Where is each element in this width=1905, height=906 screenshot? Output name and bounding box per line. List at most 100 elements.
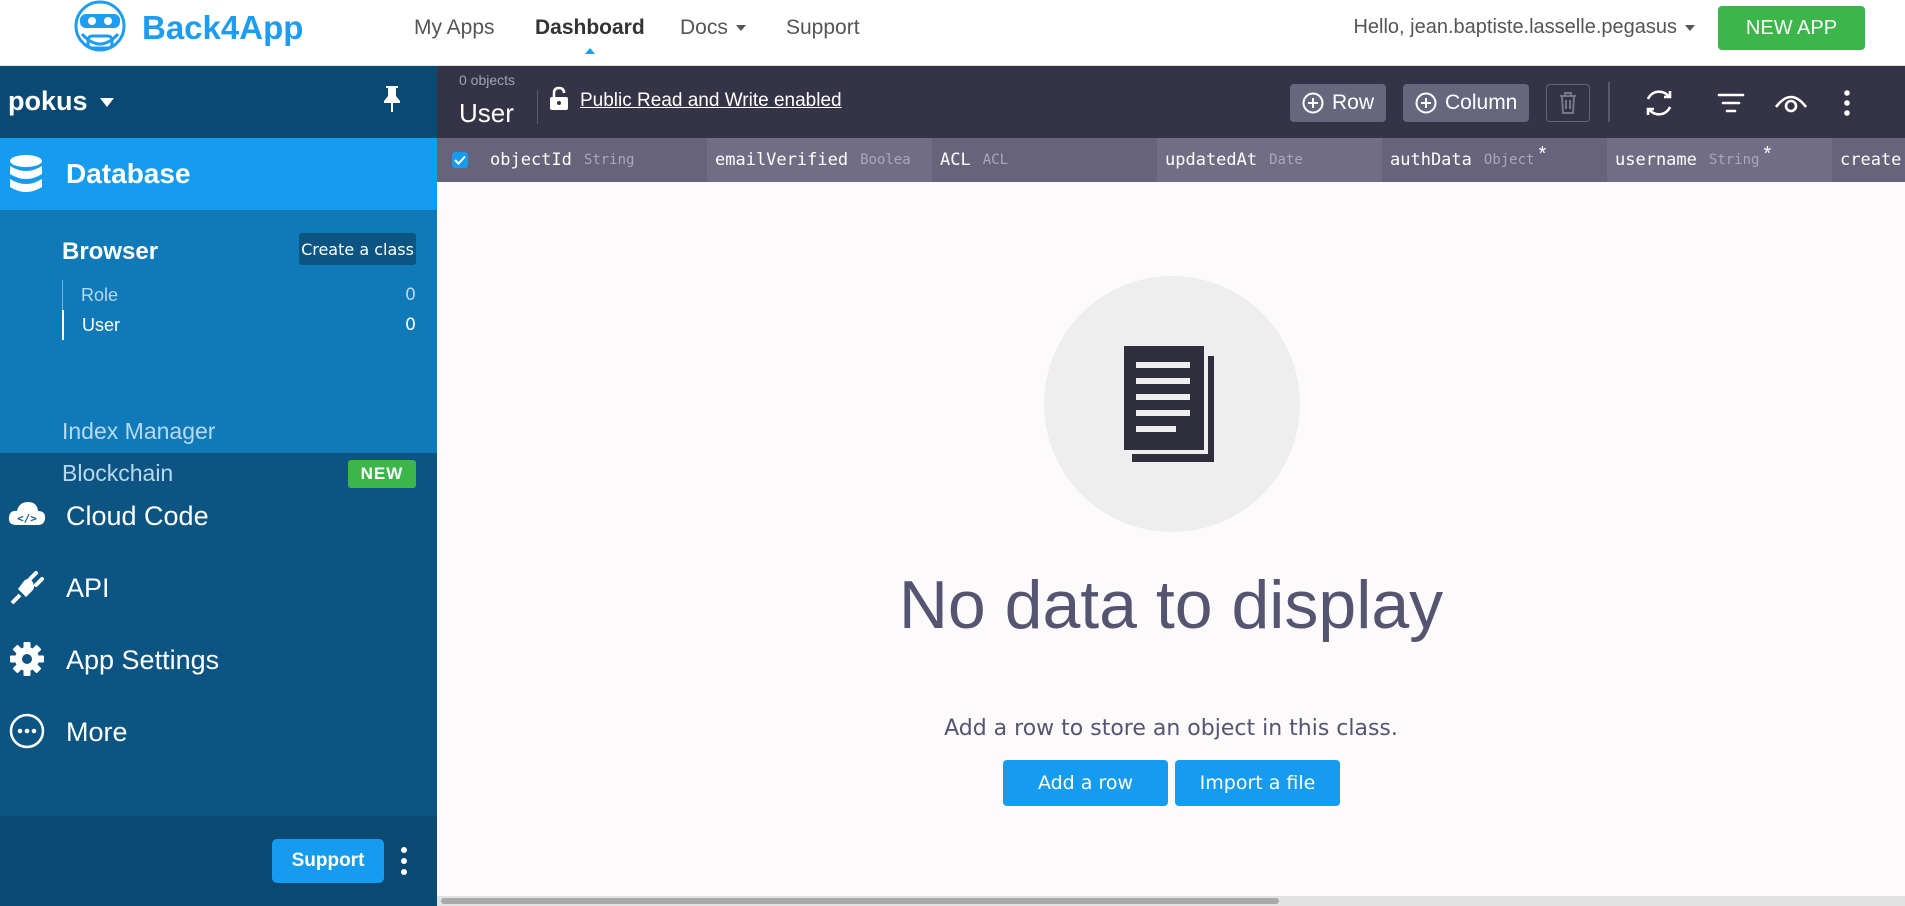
select-all-checkbox[interactable] bbox=[451, 152, 468, 168]
refresh-button[interactable] bbox=[1641, 84, 1677, 122]
main-panel: 0 objects User Public Read and Write ena… bbox=[437, 66, 1905, 906]
chevron-down-icon bbox=[735, 25, 746, 32]
nav-support[interactable]: Support bbox=[786, 16, 860, 40]
sidebar-footer: Support bbox=[0, 816, 437, 906]
column-header-row: objectId String emailVerified Boolea ACL… bbox=[437, 138, 1905, 182]
database-submenu: Browser Create a class Role 0 User 0 Ind… bbox=[0, 210, 437, 488]
column-name: ACL bbox=[940, 150, 971, 170]
svg-text:</>: </> bbox=[17, 512, 37, 525]
kebab-menu-icon[interactable] bbox=[400, 846, 408, 876]
required-marker: * bbox=[1538, 142, 1547, 165]
sidebar-item-app-settings[interactable]: App Settings bbox=[0, 624, 437, 694]
brand-name: Back4App bbox=[142, 9, 304, 46]
nav-my-apps[interactable]: My Apps bbox=[414, 16, 495, 40]
delete-button[interactable] bbox=[1546, 84, 1590, 122]
sidebar-item-cloud-code[interactable]: </> Cloud Code bbox=[0, 480, 437, 550]
class-count: 0 bbox=[405, 285, 416, 305]
column-type: String bbox=[583, 152, 635, 168]
sidebar-item-index-manager[interactable]: Index Manager bbox=[62, 418, 215, 445]
more-options-button[interactable] bbox=[1829, 84, 1865, 122]
plus-circle-icon bbox=[1415, 92, 1437, 114]
column-type: Object bbox=[1483, 152, 1535, 168]
documents-icon bbox=[1124, 346, 1214, 462]
user-menu[interactable]: Hello, jean.baptiste.lasselle.pegasus bbox=[1353, 16, 1695, 39]
new-app-button[interactable]: NEW APP bbox=[1718, 6, 1865, 50]
select-all-cell[interactable] bbox=[437, 138, 482, 182]
toolbar-divider bbox=[1608, 82, 1610, 122]
gear-icon bbox=[10, 642, 44, 676]
column-name: username bbox=[1615, 150, 1697, 170]
nav-docs-label: Docs bbox=[680, 16, 728, 39]
column-name: create bbox=[1840, 150, 1902, 170]
plug-icon bbox=[10, 571, 44, 605]
sidebar-item-browser[interactable]: Browser bbox=[62, 238, 158, 266]
create-class-button[interactable]: Create a class bbox=[299, 233, 416, 265]
column-type: Date bbox=[1269, 152, 1303, 168]
horizontal-scrollbar[interactable] bbox=[437, 896, 1905, 906]
chevron-down-icon bbox=[1685, 24, 1695, 31]
filter-icon bbox=[1717, 93, 1745, 113]
column-type: String bbox=[1708, 152, 1760, 168]
column-name: updatedAt bbox=[1165, 150, 1258, 170]
column-type: ACL bbox=[982, 152, 1009, 168]
column-header[interactable]: authData Object * bbox=[1382, 138, 1607, 182]
column-header[interactable]: ACL ACL bbox=[932, 138, 1157, 182]
column-name: objectId bbox=[490, 150, 572, 170]
column-name: emailVerified bbox=[715, 150, 849, 170]
class-count: 0 bbox=[405, 315, 416, 335]
column-name: authData bbox=[1390, 150, 1472, 170]
column-header[interactable]: updatedAt Date bbox=[1157, 138, 1382, 182]
database-label: Database bbox=[66, 158, 191, 189]
plus-circle-icon bbox=[1302, 92, 1324, 114]
nav-docs[interactable]: Docs bbox=[680, 16, 746, 40]
back4app-logo-icon bbox=[74, 0, 126, 52]
scrollbar-thumb[interactable] bbox=[441, 898, 1279, 904]
column-header[interactable]: emailVerified Boolea bbox=[707, 138, 932, 182]
class-item-user[interactable]: User 0 bbox=[62, 310, 416, 340]
kebab-menu-icon bbox=[1844, 90, 1850, 116]
brand-logo[interactable]: Back4App bbox=[68, 0, 303, 56]
api-label: API bbox=[66, 573, 110, 603]
user-greeting: Hello, jean.baptiste.lasselle.pegasus bbox=[1353, 16, 1677, 38]
sidebar-item-database[interactable]: Database bbox=[0, 138, 437, 210]
class-name: Role bbox=[81, 284, 119, 305]
import-file-button[interactable]: Import a file bbox=[1175, 760, 1340, 806]
add-row-label: Row bbox=[1332, 91, 1375, 114]
unlock-icon bbox=[550, 86, 568, 110]
column-header[interactable]: username String * bbox=[1607, 138, 1832, 182]
filter-button[interactable] bbox=[1713, 84, 1749, 122]
cloud-code-label: Cloud Code bbox=[66, 501, 209, 531]
class-name: User bbox=[82, 314, 121, 335]
app-settings-label: App Settings bbox=[66, 645, 220, 675]
refresh-icon bbox=[1646, 90, 1672, 116]
column-type: Boolea bbox=[860, 152, 911, 168]
column-header[interactable]: create bbox=[1832, 138, 1905, 182]
security-link[interactable]: Public Read and Write enabled bbox=[580, 90, 842, 112]
sidebar-item-api[interactable]: API bbox=[0, 552, 437, 622]
sidebar: pokus Database Browser Create a class Ro… bbox=[0, 66, 437, 906]
browser-toolbar: 0 objects User Public Read and Write ena… bbox=[437, 66, 1905, 138]
pin-icon[interactable] bbox=[380, 84, 404, 114]
cloud-code-icon: </> bbox=[8, 502, 46, 525]
trash-icon bbox=[1560, 92, 1576, 114]
add-column-button[interactable]: Column bbox=[1403, 84, 1530, 122]
add-row-empty-button[interactable]: Add a row bbox=[1003, 760, 1168, 806]
top-navbar: Back4App My Apps Dashboard Docs Support … bbox=[0, 0, 1905, 66]
sidebar-item-more[interactable]: More bbox=[0, 696, 437, 766]
empty-state-illustration bbox=[1044, 276, 1300, 532]
checkmark-icon bbox=[453, 155, 466, 165]
empty-state-title: No data to display bbox=[898, 567, 1444, 643]
eye-icon bbox=[1774, 95, 1808, 113]
support-button[interactable]: Support bbox=[272, 839, 384, 883]
more-label: More bbox=[66, 717, 128, 747]
app-selector-header: pokus bbox=[0, 66, 437, 138]
class-list: Role 0 User 0 bbox=[62, 280, 416, 340]
column-header[interactable]: objectId String bbox=[482, 138, 707, 182]
app-selector[interactable]: pokus bbox=[8, 86, 114, 117]
object-count: 0 objects bbox=[459, 72, 516, 88]
class-item-role[interactable]: Role 0 bbox=[63, 280, 416, 310]
hide-columns-button[interactable] bbox=[1773, 84, 1809, 122]
toolbar-divider bbox=[537, 90, 538, 124]
add-row-button[interactable]: Row bbox=[1290, 84, 1387, 122]
nav-dashboard[interactable]: Dashboard bbox=[535, 16, 645, 40]
